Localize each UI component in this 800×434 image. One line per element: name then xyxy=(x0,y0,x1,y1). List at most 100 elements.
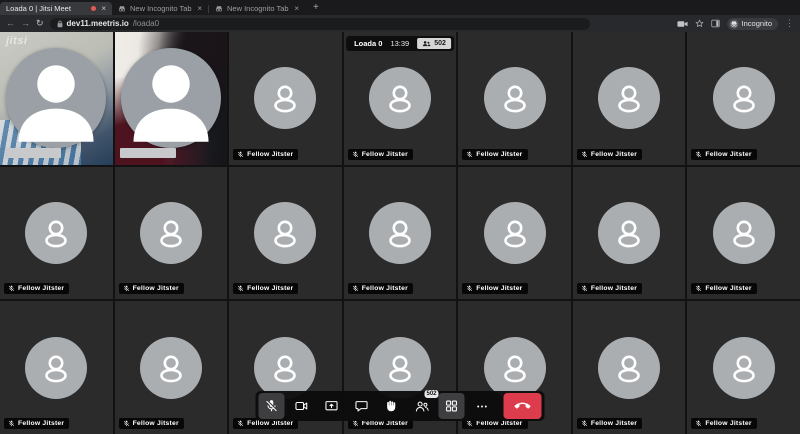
participant-tile[interactable]: Fellow Jitster xyxy=(344,32,457,165)
bookmark-star-icon[interactable] xyxy=(695,19,704,28)
participant-name: Fellow Jitster xyxy=(705,420,751,427)
incognito-icon xyxy=(215,5,223,13)
privacy-avatar-overlay xyxy=(121,48,221,148)
muted-mic-icon xyxy=(352,420,359,427)
participant-name-chip: Fellow Jitster xyxy=(233,283,298,294)
incognito-icon xyxy=(729,19,739,29)
muted-mic-icon xyxy=(695,285,702,292)
avatar xyxy=(458,167,571,300)
avatar xyxy=(458,32,571,165)
participant-name-chip: Fellow Jitster xyxy=(577,418,642,429)
participant-name: Fellow Jitster xyxy=(247,285,293,292)
participant-tile[interactable]: Fellow Jitster xyxy=(573,167,686,300)
video-tile-camera-2[interactable] xyxy=(115,32,228,165)
participant-name: Fellow Jitster xyxy=(18,420,64,427)
camera-button[interactable] xyxy=(289,393,315,419)
incognito-badge[interactable]: Incognito xyxy=(727,18,778,30)
participant-tile[interactable]: Fellow Jitster xyxy=(458,167,571,300)
avatar xyxy=(0,301,113,434)
participant-tile[interactable]: Fellow Jitster xyxy=(229,167,342,300)
participant-tile[interactable]: Fellow Jitster xyxy=(687,32,800,165)
tab-strip: Loada 0 | Jitsi Meet × New Incognito Tab… xyxy=(0,0,800,15)
tab-incognito-2[interactable]: New Incognito Tab × xyxy=(209,2,305,15)
muted-mic-icon xyxy=(237,151,244,158)
participant-tile[interactable]: Fellow Jitster xyxy=(0,301,113,434)
tab-close-icon[interactable]: × xyxy=(197,5,202,13)
reload-icon[interactable]: ↻ xyxy=(36,19,44,28)
muted-mic-icon xyxy=(352,285,359,292)
muted-mic-icon xyxy=(466,151,473,158)
raise-hand-button[interactable] xyxy=(379,393,405,419)
chat-button[interactable] xyxy=(349,393,375,419)
participant-name: Fellow Jitster xyxy=(705,285,751,292)
participant-tile[interactable]: Fellow Jitster xyxy=(0,167,113,300)
participant-tile[interactable]: Fellow Jitster xyxy=(344,167,457,300)
tab-incognito-1[interactable]: New Incognito Tab × xyxy=(112,2,208,15)
avatar xyxy=(344,167,457,300)
lock-icon xyxy=(57,20,63,28)
hangup-button[interactable] xyxy=(504,393,542,419)
participants-button[interactable]: 502 xyxy=(409,393,435,419)
avatar xyxy=(229,32,342,165)
conference-info-bar[interactable]: Loada 0 13:39 502 xyxy=(346,36,454,51)
participant-name-chip: Fellow Jitster xyxy=(577,283,642,294)
participant-tile[interactable]: Fellow Jitster xyxy=(115,301,228,434)
tab-title: New Incognito Tab xyxy=(227,4,292,13)
participant-name-chip: Fellow Jitster xyxy=(4,283,69,294)
participant-tile[interactable]: Fellow Jitster xyxy=(229,32,342,165)
avatar xyxy=(687,167,800,300)
participant-name: Fellow Jitster xyxy=(247,420,293,427)
participant-name-chip: Fellow Jitster xyxy=(119,283,184,294)
participant-name-chip: Fellow Jitster xyxy=(462,149,527,160)
participant-tile[interactable]: Fellow Jitster xyxy=(573,32,686,165)
participant-count-toolbar-badge: 502 xyxy=(424,390,438,398)
back-icon[interactable]: ← xyxy=(6,19,15,28)
forward-icon[interactable]: → xyxy=(21,19,30,28)
participant-name: Fellow Jitster xyxy=(247,151,293,158)
participant-tile[interactable]: Fellow Jitster xyxy=(573,301,686,434)
avatar xyxy=(687,32,800,165)
participant-name: Fellow Jitster xyxy=(476,420,522,427)
participant-count-badge[interactable]: 502 xyxy=(417,38,451,49)
side-panel-icon[interactable] xyxy=(711,19,720,28)
redacted-name-label xyxy=(120,148,176,158)
participant-name: Fellow Jitster xyxy=(591,285,637,292)
avatar xyxy=(115,301,228,434)
participant-name: Fellow Jitster xyxy=(362,420,408,427)
conference-subject: Loada 0 xyxy=(354,39,382,48)
tab-close-icon[interactable]: × xyxy=(294,5,299,13)
participant-name-chip: Fellow Jitster xyxy=(691,418,756,429)
participant-tile[interactable]: Fellow Jitster xyxy=(458,32,571,165)
participant-name-chip: Fellow Jitster xyxy=(348,283,413,294)
participant-name: Fellow Jitster xyxy=(476,285,522,292)
participant-tile[interactable]: Fellow Jitster xyxy=(115,167,228,300)
tab-jitsi-meet[interactable]: Loada 0 | Jitsi Meet × xyxy=(0,2,112,15)
video-tile-camera-1[interactable]: jitsi xyxy=(0,32,113,165)
menu-dots-icon[interactable]: ⋮ xyxy=(785,19,794,28)
screen-share-button[interactable] xyxy=(319,393,345,419)
muted-mic-icon xyxy=(581,420,588,427)
incognito-icon xyxy=(118,5,126,13)
participant-name-chip: Fellow Jitster xyxy=(348,149,413,160)
microphone-muted-button[interactable] xyxy=(259,393,285,419)
video-grid: jitsi Fellow Jitster Fellow Jitster Fellow … xyxy=(0,32,800,434)
participant-tile[interactable]: Fellow Jitster xyxy=(687,167,800,300)
participant-name: Fellow Jitster xyxy=(591,420,637,427)
participant-name-chip: Fellow Jitster xyxy=(691,283,756,294)
tab-title: Loada 0 | Jitsi Meet xyxy=(6,4,87,13)
tab-close-icon[interactable]: × xyxy=(101,5,106,13)
participant-name: Fellow Jitster xyxy=(591,151,637,158)
participant-tile[interactable]: Fellow Jitster xyxy=(687,301,800,434)
participant-name: Fellow Jitster xyxy=(18,285,64,292)
url-field[interactable]: dev11.meetris.io/loada0 xyxy=(50,18,590,30)
participant-name: Fellow Jitster xyxy=(133,285,179,292)
tile-view-button[interactable] xyxy=(439,393,465,419)
avatar xyxy=(573,32,686,165)
camera-in-use-icon[interactable] xyxy=(677,20,688,28)
more-button[interactable] xyxy=(469,393,495,419)
new-tab-button[interactable]: + xyxy=(305,3,327,15)
muted-mic-icon xyxy=(466,285,473,292)
url-host: dev11.meetris.io xyxy=(67,19,129,28)
privacy-avatar-overlay xyxy=(6,48,106,148)
muted-mic-icon xyxy=(581,151,588,158)
